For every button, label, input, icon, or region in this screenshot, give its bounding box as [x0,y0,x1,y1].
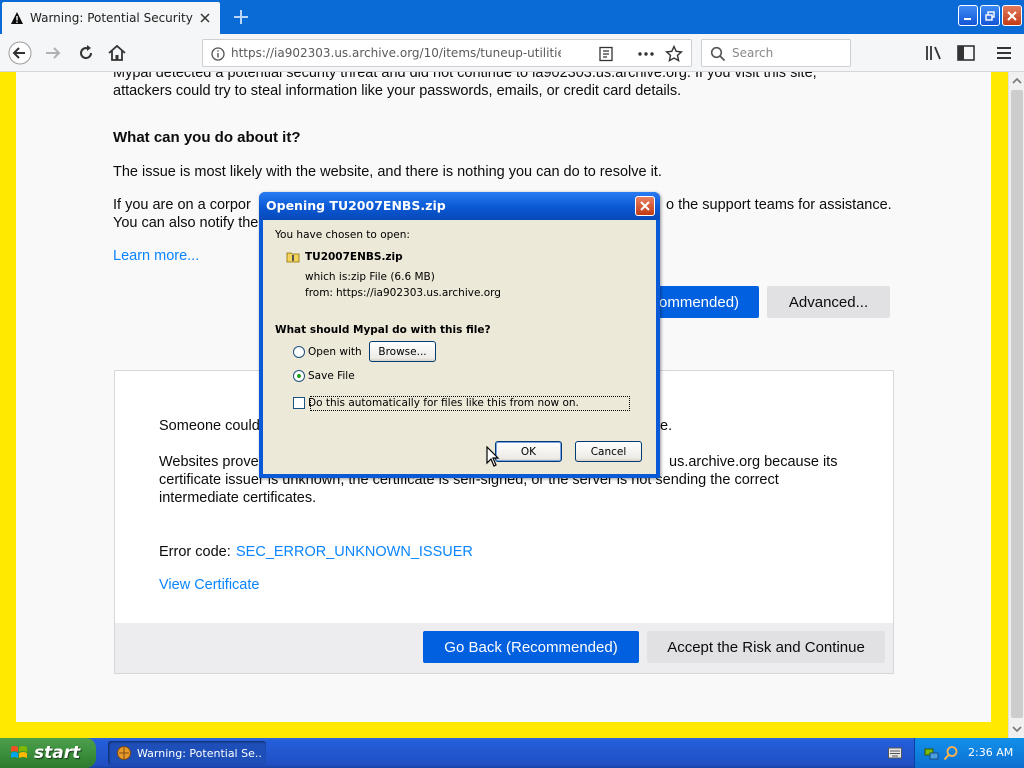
search-icon [710,46,726,62]
dialog-close-button[interactable] [635,196,655,216]
file-source: https://ia902303.us.archive.org [336,287,501,299]
intro-line-2: attackers could try to steal information… [113,83,682,99]
page-heading: What can you do about it? [113,129,301,146]
restore-icon [985,10,995,21]
accept-risk-button[interactable]: Accept the Risk and Continue [647,631,885,663]
scrollbar-thumb[interactable] [1011,90,1023,718]
from-label: from: [305,287,333,299]
open-with-label[interactable]: Open with [308,346,362,358]
dialog-titlebar[interactable]: Opening TU2007ENBS.zip [259,192,660,220]
window-controls [958,5,1022,26]
clock: 2:36 AM [968,746,1014,759]
sidebar-icon[interactable] [956,43,976,63]
close-icon [640,201,650,211]
back-icon[interactable] [8,41,32,65]
start-button[interactable]: start [0,738,96,768]
intro-line-1: Mypal detected a potential security thre… [113,72,817,81]
restore-button[interactable] [980,5,1000,26]
dialog-title: Opening TU2007ENBS.zip [266,198,446,213]
adv-line-1-right: e. [660,418,673,434]
minimize-button[interactable] [958,5,978,26]
adv-line-2-right: us.archive.org because its [669,454,838,470]
issue-text: The issue is most likely with the websit… [113,164,662,180]
cancel-button[interactable]: Cancel [575,441,642,462]
view-certificate-link[interactable]: View Certificate [159,576,259,594]
search-tray-icon[interactable] [943,745,959,761]
library-icon[interactable] [924,43,944,63]
auto-label[interactable]: Do this automatically for files like thi… [308,397,579,409]
warning-icon [11,12,23,24]
menu-icon[interactable] [994,43,1014,63]
mouse-cursor-icon [486,446,500,467]
network-icon[interactable] [924,745,940,761]
tab-title: Warning: Potential Security Risk Ahead [30,11,194,25]
file-name: TU2007ENBS.zip [305,251,403,263]
info-icon[interactable] [211,47,225,61]
windows-logo-icon [11,746,27,758]
save-file-label[interactable]: Save File [308,370,355,382]
new-tab-icon[interactable] [232,8,250,26]
go-back-button[interactable]: Go Back (Recommended) [423,631,639,663]
page-scrollbar[interactable] [1008,72,1024,738]
search-placeholder: Search [732,46,774,60]
scroll-down-icon[interactable] [1012,724,1022,734]
scroll-up-icon[interactable] [1012,76,1022,86]
minimize-icon [964,17,971,20]
browser-icon [117,746,131,760]
reload-icon[interactable] [76,43,96,63]
system-tray: 2:36 AM [914,738,1024,768]
error-code-label: Error code: [159,544,231,560]
taskbar-item-label: Warning: Potential Se... [137,746,262,760]
advanced-button[interactable]: Advanced... [767,286,890,318]
dialog-body: You have chosen to open: TU2007ENBS.zip … [263,220,656,474]
adv-line-4: intermediate certificates. [159,490,317,506]
adv-line-1-left: Someone could [159,418,260,434]
forward-icon[interactable] [43,43,63,63]
auto-checkbox[interactable] [293,397,305,409]
taskbar-item-browser[interactable]: Warning: Potential Se... [108,741,266,765]
window-close-button[interactable] [1002,5,1022,26]
search-bar[interactable]: Search [701,39,851,67]
close-tab-icon[interactable] [198,11,212,25]
browse-button[interactable]: Browse... [369,341,436,362]
learn-more-link[interactable]: Learn more... [113,247,199,265]
home-icon[interactable] [107,43,127,63]
advanced-footer: Go Back (Recommended) Accept the Risk an… [115,623,893,673]
url-bar[interactable]: https://ia902303.us.archive.org/10/items… [202,39,692,67]
keyboard-icon[interactable] [888,747,902,759]
which-is-label: which is: [305,271,351,283]
nav-bar: https://ia902303.us.archive.org/10/items… [0,34,1024,72]
reader-view-icon[interactable] [598,46,614,62]
bookmark-star-icon[interactable] [665,45,683,63]
tab-warning[interactable]: Warning: Potential Security Risk Ahead [2,2,220,34]
tab-bar: Warning: Potential Security Risk Ahead [0,0,1024,34]
start-label: start [34,743,81,763]
page-actions-icon[interactable] [637,46,655,62]
go-back-button-top[interactable]: ommended) [645,286,759,318]
adv-line-2-left: Websites prove [159,454,259,470]
notify-text-left: You can also notify the [113,215,259,231]
open-file-dialog: Opening TU2007ENBS.zip You have chosen t… [259,192,660,478]
corporate-text-right: o the support teams for assistance. [666,197,892,213]
taskbar: start Warning: Potential Se... 2:36 AM [0,738,1024,768]
zip-file-icon [286,252,300,263]
url-text: https://ia902303.us.archive.org/10/items… [231,46,561,60]
error-code-link[interactable]: SEC_ERROR_UNKNOWN_ISSUER [236,543,473,561]
file-type: zip File (6.6 MB) [351,271,435,283]
chosen-label: You have chosen to open: [275,229,410,241]
close-icon [1007,10,1017,21]
ok-button[interactable]: OK [495,441,562,462]
corporate-text-left: If you are on a corpor [113,197,251,213]
action-question: What should Mypal do with this file? [275,324,491,336]
open-with-radio[interactable] [293,346,305,358]
save-file-radio[interactable] [293,370,305,382]
